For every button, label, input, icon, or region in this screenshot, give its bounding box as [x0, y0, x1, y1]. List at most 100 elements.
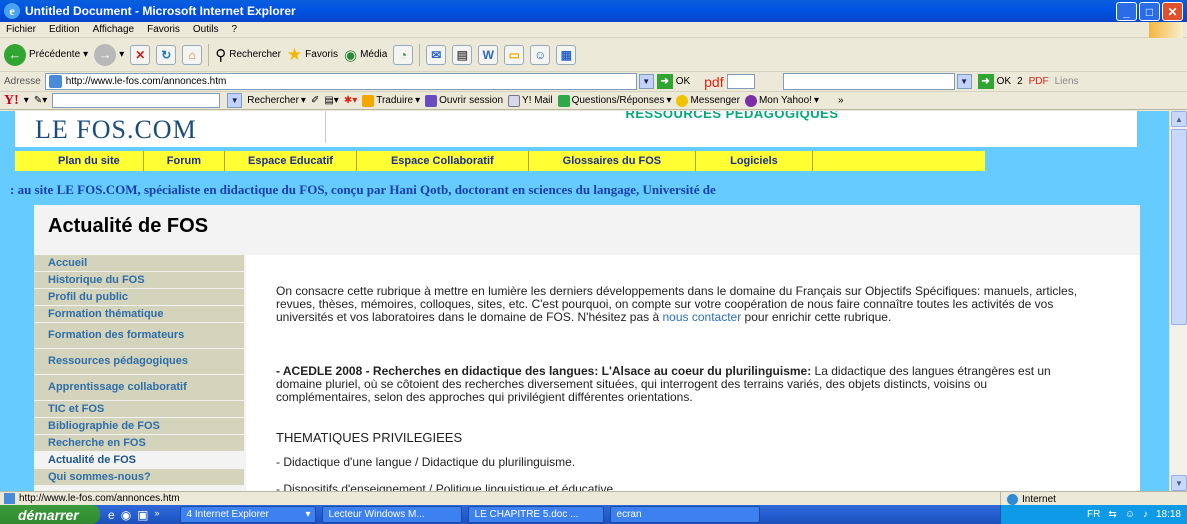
- folder-icon[interactable]: ▭: [504, 44, 525, 65]
- task-word-document[interactable]: LE CHAPITRE 5.doc ...: [467, 506, 604, 523]
- sidebar-nav: Accueil Historique du FOS Profil du publ…: [34, 255, 244, 486]
- forward-button[interactable]: → ▾: [94, 43, 124, 66]
- history-icon[interactable]: ◔: [393, 44, 414, 65]
- clock: 18:18: [1155, 509, 1181, 520]
- sidebar-item-apprentissage[interactable]: Apprentissage collaboratif: [34, 375, 244, 401]
- network-icon[interactable]: ⇆: [1108, 509, 1116, 520]
- windows-taskbar: démarrer e ◉ ▣ » 4 Internet Explorer ▾ L…: [0, 505, 1187, 524]
- page-status-icon: [4, 493, 15, 504]
- messenger-icon[interactable]: ☺: [530, 44, 551, 65]
- nav-plan-du-site[interactable]: Plan du site: [15, 151, 144, 171]
- windows-flag-icon: [1149, 22, 1183, 38]
- sidebar-item-historique[interactable]: Historique du FOS: [34, 272, 244, 289]
- yahoo-search-input[interactable]: [52, 93, 221, 108]
- vertical-scrollbar[interactable]: ▲ ▼: [1169, 111, 1187, 491]
- research-icon[interactable]: ▦: [556, 44, 577, 65]
- volume-icon[interactable]: ♪: [1143, 509, 1148, 520]
- sidebar-item-profil[interactable]: Profil du public: [34, 289, 244, 306]
- favorites-button[interactable]: ★ Favoris: [287, 45, 338, 65]
- maximize-button[interactable]: □: [1139, 2, 1160, 21]
- media-button[interactable]: ◉ Média: [344, 46, 387, 64]
- page-icon: [48, 75, 62, 88]
- links-button[interactable]: Liens: [1055, 76, 1079, 87]
- scroll-up-icon[interactable]: ▲: [1171, 111, 1187, 127]
- sidebar-item-qui-sommes-nous[interactable]: Qui sommes-nous?: [34, 469, 244, 486]
- language-indicator[interactable]: FR: [1087, 509, 1100, 520]
- task-media-player[interactable]: Lecteur Windows M...: [321, 506, 462, 523]
- ie-quicklaunch-icon[interactable]: e: [108, 508, 115, 522]
- mail-icon[interactable]: ✉: [426, 44, 447, 65]
- nav-espace-collaboratif[interactable]: Espace Collaboratif: [357, 151, 529, 171]
- sidebar-item-ressources[interactable]: Ressources pédagogiques: [34, 349, 244, 375]
- translate-button[interactable]: Traduire ▾: [362, 94, 420, 107]
- edit-icon[interactable]: W: [478, 44, 499, 65]
- yahoo-mail-button[interactable]: Y! Mail: [508, 94, 553, 107]
- sidebar-item-bibliographie[interactable]: Bibliographie de FOS: [34, 418, 244, 435]
- web-page: LE FOS.COM RESSOURCES PÉDAGOGIQUES Plan …: [0, 111, 1169, 491]
- forward-arrow-icon: →: [94, 43, 117, 66]
- task-internet-explorer[interactable]: 4 Internet Explorer ▾: [179, 506, 316, 523]
- theme-item: - Didactique d'une langue / Didactique d…: [276, 455, 576, 469]
- sidebar-item-tic[interactable]: TIC et FOS: [34, 401, 244, 418]
- pen-icon[interactable]: ✎▾: [34, 95, 47, 106]
- back-button[interactable]: ← Précédente ▾: [4, 43, 88, 66]
- media-quicklaunch-icon[interactable]: ◉: [121, 508, 131, 522]
- search-button[interactable]: ⚲ Rechercher: [215, 46, 281, 64]
- desktop-quicklaunch-icon[interactable]: ▣: [137, 508, 148, 522]
- pdf-search-box[interactable]: [726, 74, 755, 89]
- nav-espace-educatif[interactable]: Espace Educatif: [225, 151, 357, 171]
- pdf-search[interactable]: pdf: [704, 74, 755, 90]
- address-bar: Adresse http://www.le-fos.com/annonces.h…: [0, 72, 1187, 92]
- address-label: Adresse: [4, 76, 41, 87]
- sidebar-item-actualite[interactable]: Actualité de FOS: [34, 452, 244, 469]
- menu-affichage[interactable]: Affichage: [93, 24, 135, 35]
- menu-outils[interactable]: Outils: [193, 24, 219, 35]
- stop-icon[interactable]: ✕: [130, 44, 151, 65]
- yahoo-logo[interactable]: Y!: [4, 93, 19, 109]
- nav-forum[interactable]: Forum: [144, 151, 225, 171]
- scroll-down-icon[interactable]: ▼: [1171, 475, 1187, 491]
- chevron-more-icon[interactable]: »: [838, 95, 844, 106]
- menu-edition[interactable]: Edition: [49, 24, 80, 35]
- address-dropdown[interactable]: ▼: [638, 74, 654, 89]
- minimize-button[interactable]: _: [1116, 2, 1137, 21]
- popup-count[interactable]: 2: [1017, 76, 1023, 87]
- nav-logiciels[interactable]: Logiciels: [696, 151, 813, 171]
- address-input[interactable]: http://www.le-fos.com/annonces.htm: [44, 73, 637, 90]
- pdf-button[interactable]: PDF: [1029, 76, 1049, 87]
- secondary-dropdown[interactable]: ▼: [956, 74, 972, 89]
- questions-button[interactable]: Questions/Réponses ▾: [557, 94, 671, 107]
- menu-help[interactable]: ?: [231, 24, 237, 35]
- print-icon[interactable]: ▤: [452, 44, 473, 65]
- layout-icon[interactable]: ▤▾: [324, 95, 338, 106]
- secondary-search-input[interactable]: [782, 73, 955, 90]
- open-session-button[interactable]: Ouvrir session: [425, 94, 503, 107]
- start-button[interactable]: démarrer: [0, 505, 100, 524]
- search-icon: ⚲: [215, 46, 227, 64]
- task-folder-ecran[interactable]: ecran: [609, 506, 760, 523]
- site-logo[interactable]: LE FOS.COM: [35, 115, 197, 145]
- sidebar-item-recherche[interactable]: Recherche en FOS: [34, 435, 244, 452]
- go2-button[interactable]: ➜ OK: [977, 74, 1011, 89]
- session-icon: [425, 94, 438, 107]
- messenger-tray-icon[interactable]: ☺: [1125, 509, 1135, 520]
- menu-favoris[interactable]: Favoris: [147, 24, 180, 35]
- yahoo-search-dropdown[interactable]: ▼: [227, 93, 243, 108]
- system-tray: FR ⇆ ☺ ♪ 18:18: [1000, 505, 1187, 524]
- options-icon[interactable]: ✱▾: [344, 95, 357, 106]
- highlight-icon[interactable]: ✐: [311, 95, 319, 106]
- nav-glossaires[interactable]: Glossaires du FOS: [529, 151, 697, 171]
- yahoo-search-button[interactable]: Rechercher ▾: [247, 95, 306, 106]
- home-icon[interactable]: ⌂: [182, 44, 203, 65]
- messenger-button[interactable]: Messenger: [676, 94, 740, 107]
- my-yahoo-button[interactable]: Mon Yahoo! ▾: [744, 94, 819, 107]
- sidebar-item-formation-thematique[interactable]: Formation thématique: [34, 306, 244, 323]
- menu-fichier[interactable]: Fichier: [6, 24, 36, 35]
- scroll-thumb[interactable]: [1171, 129, 1187, 325]
- refresh-icon[interactable]: ↻: [156, 44, 177, 65]
- sidebar-item-formation-formateurs[interactable]: Formation des formateurs: [34, 323, 244, 349]
- go-button[interactable]: ➜ OK: [656, 74, 690, 89]
- close-button[interactable]: ✕: [1162, 2, 1183, 21]
- contact-link[interactable]: nous contacter: [663, 310, 742, 324]
- sidebar-item-accueil[interactable]: Accueil: [34, 255, 244, 272]
